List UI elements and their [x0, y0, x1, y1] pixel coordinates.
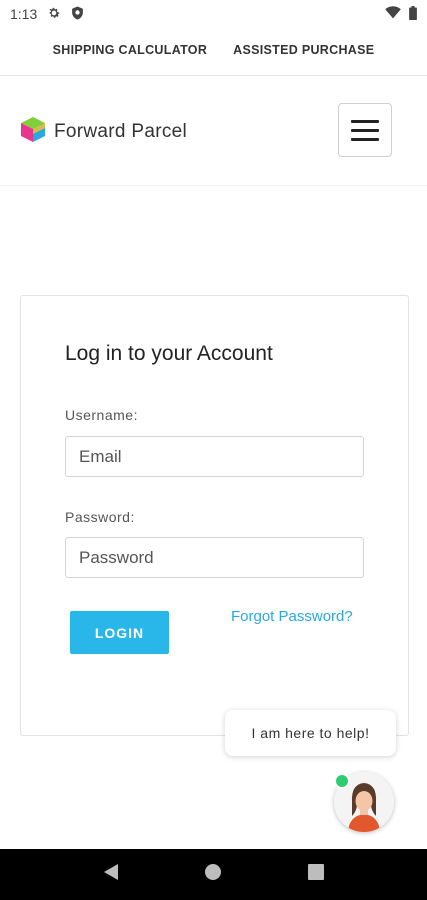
online-status-dot — [334, 773, 350, 789]
recents-icon[interactable] — [308, 864, 325, 885]
status-bar: 1:13 — [0, 0, 427, 28]
header-divider — [0, 185, 427, 186]
shipping-calculator-link[interactable]: SHIPPING CALCULATOR — [53, 43, 208, 57]
status-right — [385, 5, 417, 23]
assisted-purchase-link[interactable]: ASSISTED PURCHASE — [233, 43, 374, 57]
home-icon[interactable] — [204, 863, 222, 886]
hamburger-menu-button[interactable] — [338, 103, 392, 157]
status-time: 1:13 — [10, 6, 38, 22]
email-input[interactable] — [65, 436, 364, 477]
brand-logo-link[interactable]: Forward Parcel — [20, 116, 187, 148]
brand-name: Forward Parcel — [54, 121, 188, 142]
top-divider — [0, 75, 427, 76]
login-button[interactable]: LOGIN — [70, 611, 169, 654]
menu-bar — [351, 137, 379, 141]
system-nav-bar — [0, 849, 427, 900]
cube-logo-icon — [20, 116, 46, 148]
settings-icon — [47, 6, 61, 23]
battery-icon — [409, 5, 417, 23]
wifi-icon — [385, 6, 401, 22]
status-left: 1:13 — [10, 6, 84, 23]
password-label: Password: — [65, 509, 135, 525]
chat-help-bubble[interactable]: I am here to help! — [225, 710, 396, 756]
shield-icon — [71, 6, 84, 23]
forgot-password-link[interactable]: Forgot Password? — [231, 608, 353, 625]
username-label: Username: — [65, 407, 138, 423]
menu-bar — [351, 128, 379, 132]
top-links: SHIPPING CALCULATOR ASSISTED PURCHASE — [0, 34, 427, 66]
menu-bar — [351, 119, 379, 123]
login-title: Log in to your Account — [65, 342, 273, 365]
login-card: Log in to your Account Username: Passwor… — [20, 295, 409, 736]
password-input[interactable] — [65, 537, 364, 578]
back-icon[interactable] — [103, 863, 119, 886]
